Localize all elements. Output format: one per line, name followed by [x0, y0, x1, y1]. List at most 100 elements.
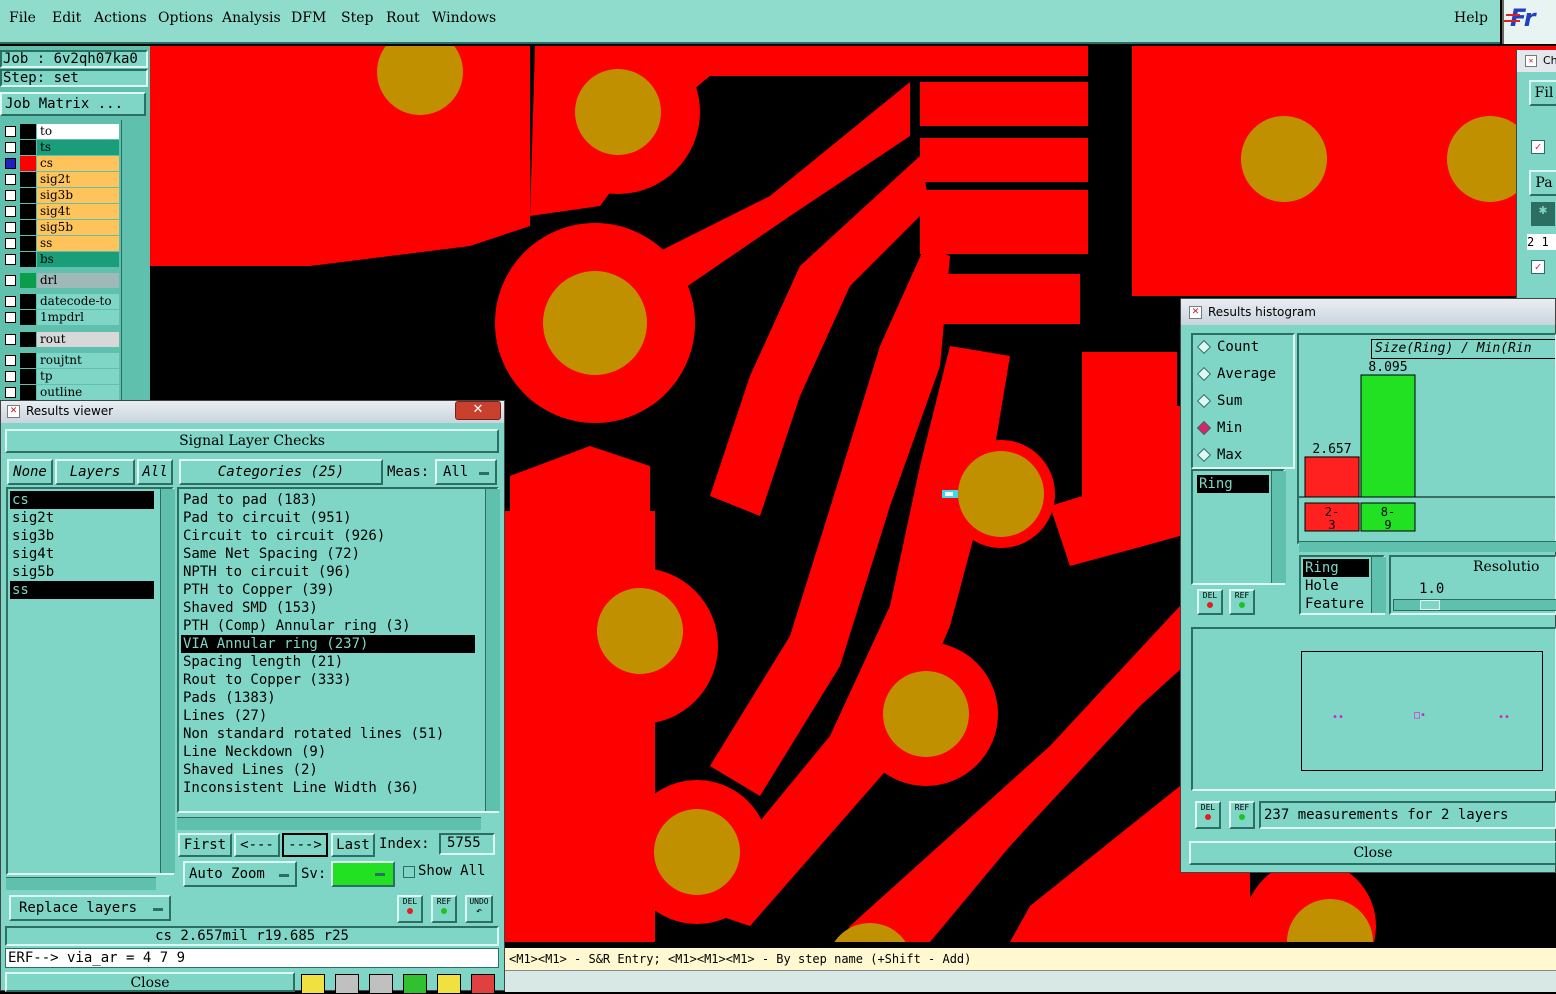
layer-name[interactable]: cs: [37, 156, 119, 171]
layer-name[interactable]: sig5b: [37, 220, 119, 235]
layer-row[interactable]: sig4t: [3, 204, 119, 219]
partial-pa-button[interactable]: Pa: [1529, 170, 1556, 196]
layer-color-swatch[interactable]: [20, 140, 36, 155]
feature-item[interactable]: Feature: [1303, 595, 1369, 613]
categories-button[interactable]: Categories (25): [179, 459, 383, 485]
layer-checkbox[interactable]: [5, 158, 16, 169]
layer-row[interactable]: tp: [3, 369, 119, 384]
layer-result-item[interactable]: sig5b: [10, 563, 154, 581]
layer-color-swatch[interactable]: [20, 252, 36, 267]
histogram-ref-button[interactable]: REF: [1229, 589, 1255, 615]
menu-file[interactable]: File: [9, 10, 36, 26]
step-tool-icon[interactable]: [403, 974, 427, 994]
notes-tool-icon[interactable]: [437, 974, 461, 994]
category-item[interactable]: Lines (27): [181, 707, 475, 725]
layer-results-hscrollbar[interactable]: [6, 877, 156, 890]
board-outline-map[interactable]: •• □• ••: [1301, 651, 1543, 771]
layer-result-item[interactable]: sig4t: [10, 545, 154, 563]
histogram-tool-icon[interactable]: [471, 974, 495, 994]
layer-color-swatch[interactable]: [20, 310, 36, 325]
feature-list-scrollbar[interactable]: [1371, 557, 1386, 613]
category-item[interactable]: NPTH to circuit (96): [181, 563, 475, 581]
menu-dfm[interactable]: DFM: [291, 10, 326, 26]
mode-radio-min[interactable]: Min: [1196, 420, 1242, 436]
layers-button[interactable]: Layers: [55, 459, 135, 485]
layer-color-swatch[interactable]: [20, 220, 36, 235]
category-item[interactable]: VIA Annular ring (237): [181, 635, 475, 653]
category-item[interactable]: Pad to circuit (951): [181, 509, 475, 527]
category-item[interactable]: PTH (Comp) Annular ring (3): [181, 617, 475, 635]
results-close-button[interactable]: Close: [5, 972, 295, 992]
layer-name[interactable]: 1mpdrl: [37, 310, 119, 325]
severity-dropdown[interactable]: [331, 861, 395, 887]
resolution-slider[interactable]: [1393, 599, 1556, 611]
layer-color-swatch[interactable]: [20, 124, 36, 139]
layer-color-swatch[interactable]: [20, 204, 36, 219]
measure-item[interactable]: Ring: [1197, 475, 1269, 493]
layer-name[interactable]: bs: [37, 252, 119, 267]
histogram-close-button[interactable]: Close: [1189, 841, 1556, 865]
layer-row[interactable]: drl: [3, 273, 119, 288]
layer-checkbox[interactable]: [5, 387, 16, 398]
next-button[interactable]: --->: [282, 833, 328, 857]
mode-radio-count[interactable]: Count: [1196, 339, 1259, 355]
measure-list-scrollbar[interactable]: [1271, 471, 1286, 583]
del-button[interactable]: DEL: [397, 895, 423, 923]
layer-checkbox[interactable]: [5, 296, 16, 307]
histogram-del-button[interactable]: DEL: [1197, 589, 1223, 615]
histogram-bar[interactable]: [1360, 374, 1416, 498]
auto-zoom-dropdown[interactable]: Auto Zoom: [183, 861, 297, 887]
layer-name[interactable]: sig3b: [37, 188, 119, 203]
layer-checkbox[interactable]: [5, 355, 16, 366]
layer-checkbox[interactable]: [5, 206, 16, 217]
category-item[interactable]: Same Net Spacing (72): [181, 545, 475, 563]
layer-checkbox[interactable]: [5, 238, 16, 249]
layer-checkbox[interactable]: [5, 312, 16, 323]
show-all-checkbox[interactable]: [403, 866, 415, 878]
menu-rout[interactable]: Rout: [386, 10, 420, 26]
category-list[interactable]: Pad to pad (183) Pad to circuit (951) Circ…: [177, 487, 500, 813]
layer-name[interactable]: ss: [37, 236, 119, 251]
layer-checkbox[interactable]: [5, 222, 16, 233]
prev-button[interactable]: <---: [234, 833, 280, 857]
category-item[interactable]: Spacing length (21): [181, 653, 475, 671]
layer-color-swatch[interactable]: [20, 188, 36, 203]
category-item[interactable]: Pads (1383): [181, 689, 475, 707]
layer-row[interactable]: rout: [3, 332, 119, 347]
layers-tool-icon[interactable]: [301, 974, 325, 994]
menu-actions[interactable]: Actions: [94, 10, 147, 26]
histogram-map-ref-button[interactable]: REF: [1229, 801, 1255, 829]
layer-row[interactable]: datecode-to: [3, 294, 119, 309]
histogram-titlebar[interactable]: ✕ Results histogram: [1181, 299, 1555, 325]
histogram-hscrollbar[interactable]: [1299, 541, 1556, 552]
layer-row[interactable]: sig5b: [3, 220, 119, 235]
layer-name[interactable]: ts: [37, 140, 119, 155]
close-icon[interactable]: ✕: [455, 401, 501, 420]
partial-window-titlebar[interactable]: ✕ Ch: [1517, 50, 1556, 72]
layer-row[interactable]: ts: [3, 140, 119, 155]
layer-checkbox[interactable]: [5, 254, 16, 265]
layer-row[interactable]: cs: [3, 156, 119, 171]
category-item[interactable]: Shaved SMD (153): [181, 599, 475, 617]
histogram-map-del-button[interactable]: DEL: [1195, 801, 1221, 829]
last-button[interactable]: Last: [331, 833, 375, 857]
feature-item[interactable]: Hole: [1303, 577, 1369, 595]
layer-checkbox[interactable]: [5, 334, 16, 345]
mode-radio-max[interactable]: Max: [1196, 447, 1242, 463]
category-item[interactable]: Non standard rotated lines (51): [181, 725, 475, 743]
layer-color-swatch[interactable]: [20, 172, 36, 187]
category-item[interactable]: Rout to Copper (333): [181, 671, 475, 689]
replace-layers-dropdown[interactable]: Replace layers: [9, 895, 171, 921]
layer-checkbox[interactable]: [5, 126, 16, 137]
category-item[interactable]: Circuit to circuit (926): [181, 527, 475, 545]
resolution-slider-thumb[interactable]: [1420, 600, 1440, 610]
run-icon[interactable]: ✱: [1531, 202, 1555, 226]
layer-name[interactable]: roujtnt: [37, 353, 119, 368]
feature-list[interactable]: Ring Hole Feature: [1299, 555, 1386, 615]
layer-color-swatch[interactable]: [20, 385, 36, 400]
layer-row[interactable]: sig3b: [3, 188, 119, 203]
category-item[interactable]: Shaved Lines (2): [181, 761, 475, 779]
histogram-bar[interactable]: [1304, 456, 1360, 498]
layer-color-swatch[interactable]: [20, 156, 36, 171]
first-button[interactable]: First: [178, 833, 232, 857]
